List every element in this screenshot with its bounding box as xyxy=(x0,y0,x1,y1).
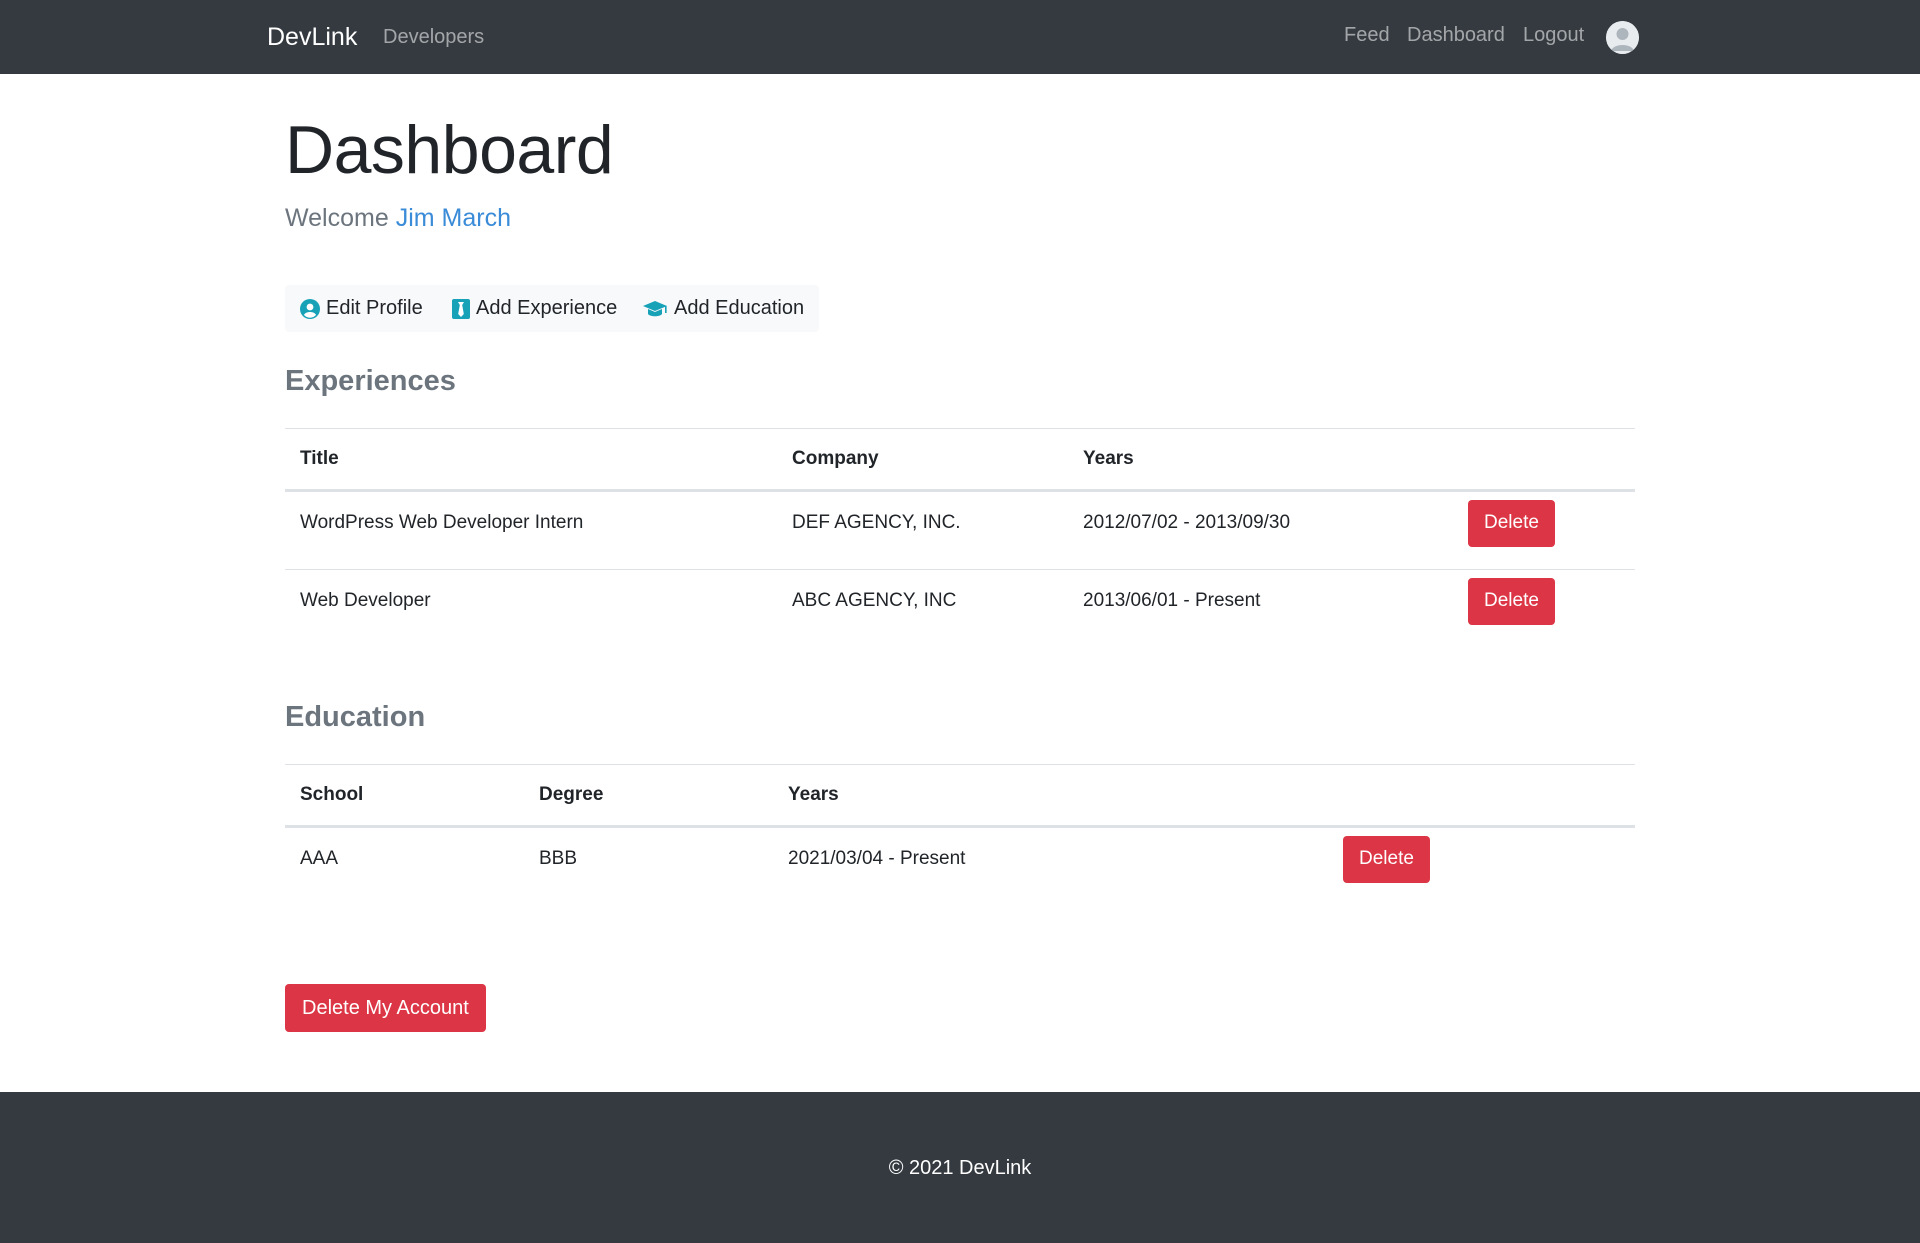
footer-copyright: © 2021 DevLink xyxy=(888,1157,1032,1179)
welcome-message: Welcome Jim March xyxy=(285,202,511,234)
delete-experience-button[interactable]: Delete xyxy=(1468,577,1555,625)
experience-title: Web Developer xyxy=(300,590,431,611)
education-degree: BBB xyxy=(539,848,578,869)
black-tie-icon xyxy=(452,298,470,319)
experiences-heading: Experiences xyxy=(285,365,456,397)
brand-logo-link[interactable]: DevLink xyxy=(267,22,357,52)
add-experience-label: Add Experience xyxy=(476,297,618,319)
delete-experience-button[interactable]: Delete xyxy=(1468,499,1555,547)
welcome-prefix: Welcome xyxy=(285,204,389,232)
experience-company: DEF AGENCY, INC. xyxy=(777,490,1068,570)
edit-profile-button[interactable]: Edit Profile xyxy=(300,285,423,332)
delete-account-button[interactable]: Delete My Account xyxy=(285,984,486,1032)
column-header-company: Company xyxy=(777,428,1068,492)
top-navbar: DevLink Developers Feed Dashboard Logout xyxy=(0,0,1920,74)
add-education-label: Add Education xyxy=(674,297,805,319)
experiences-table: Title Company Years WordPress Web Develo… xyxy=(285,428,1635,649)
nav-link-logout[interactable]: Logout xyxy=(1523,22,1584,48)
table-row: Web Developer ABC AGENCY, INC 2013/06/01… xyxy=(285,570,1635,649)
column-header-degree: Degree xyxy=(524,764,773,828)
graduation-cap-icon xyxy=(642,300,668,318)
education-table: School Degree Years AAA BBB 2021/03/04 -… xyxy=(285,764,1635,906)
column-header-title: Title xyxy=(285,428,777,492)
nav-link-feed[interactable]: Feed xyxy=(1344,22,1390,48)
experience-company: ABC AGENCY, INC xyxy=(792,590,957,611)
user-circle-icon xyxy=(300,298,320,319)
education-years: 2021/03/04 - Present xyxy=(788,848,966,869)
edit-profile-label: Edit Profile xyxy=(326,297,423,319)
add-experience-button[interactable]: Add Experience xyxy=(452,285,617,332)
column-header-years: Years xyxy=(773,764,1328,828)
user-avatar-icon[interactable] xyxy=(1606,21,1639,54)
experience-action-cell: Delete xyxy=(1453,490,1635,570)
delete-education-button[interactable]: Delete xyxy=(1343,835,1430,883)
experience-action-cell: Delete xyxy=(1453,570,1635,649)
nav-link-dashboard[interactable]: Dashboard xyxy=(1407,22,1505,48)
experience-title: WordPress Web Developer Intern xyxy=(285,490,777,570)
experience-years: 2013/06/01 - Present xyxy=(1083,590,1261,611)
column-header-action xyxy=(1328,764,1635,828)
nav-link-developers[interactable]: Developers xyxy=(383,24,484,50)
column-header-action xyxy=(1453,428,1635,492)
page-title: Dashboard xyxy=(285,112,614,188)
user-name-link[interactable]: Jim March xyxy=(396,204,511,232)
education-heading: Education xyxy=(285,701,426,733)
education-action-cell: Delete xyxy=(1328,827,1635,906)
experience-years: 2012/07/02 - 2013/09/30 xyxy=(1068,490,1453,570)
add-education-button[interactable]: Add Education xyxy=(642,285,804,332)
dashboard-actions: Edit Profile Add Experience Add Educatio… xyxy=(285,285,819,332)
table-row: WordPress Web Developer Intern DEF AGENC… xyxy=(285,490,1635,570)
column-header-years: Years xyxy=(1068,428,1453,492)
column-header-school: School xyxy=(285,764,524,828)
education-school: AAA xyxy=(300,848,339,869)
table-row: AAA BBB 2021/03/04 - Present Delete xyxy=(285,827,1635,906)
page-footer: © 2021 DevLink xyxy=(0,1092,1920,1243)
